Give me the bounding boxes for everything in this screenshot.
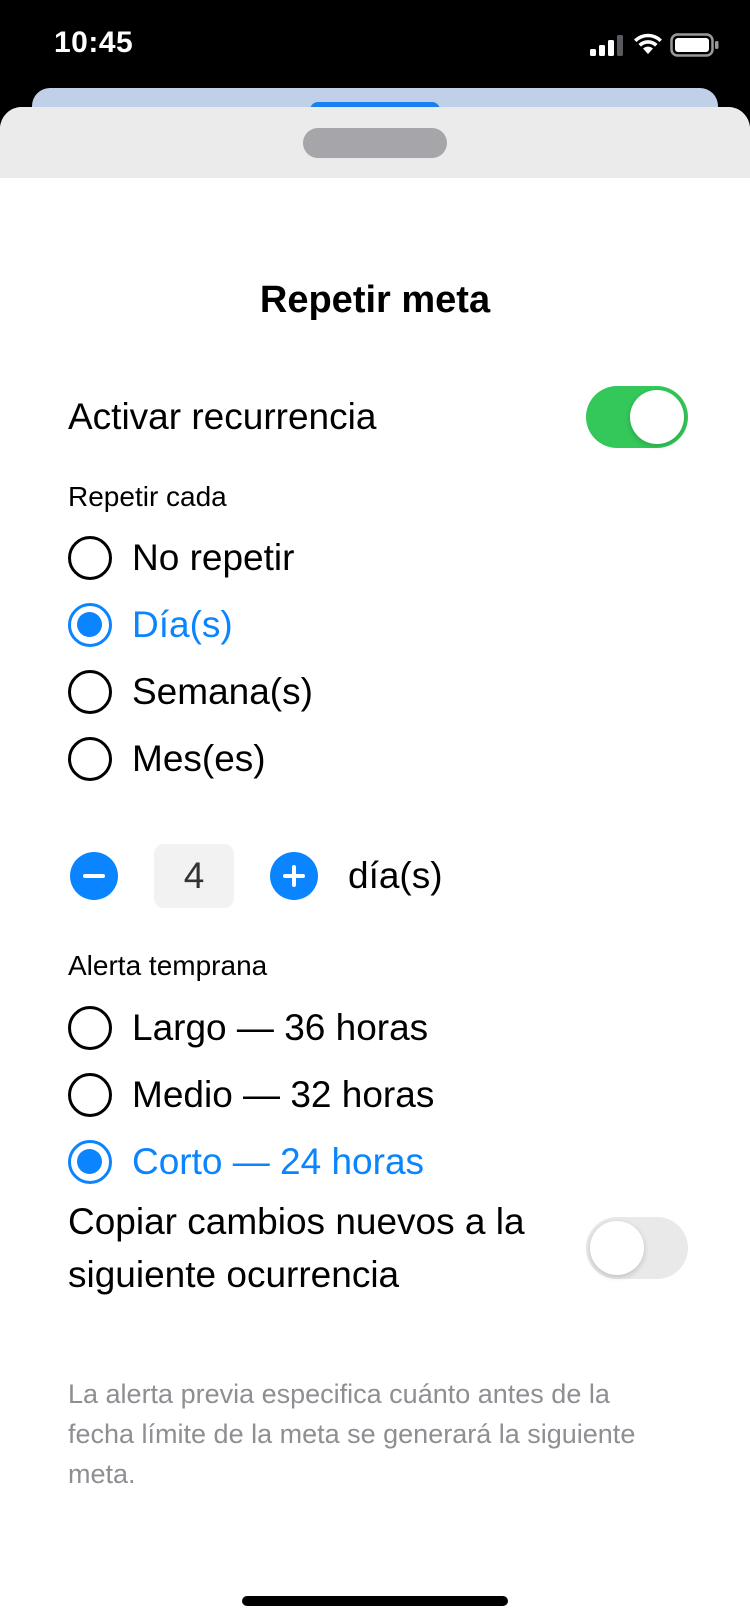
repeat-option-months[interactable]: Mes(es) — [68, 734, 266, 784]
sheet-title: Repetir meta — [259, 279, 491, 321]
radio-label: Medio — 32 horas — [132, 1074, 435, 1115]
radio-label: Largo — 36 horas — [132, 1007, 429, 1048]
alert-option-medium[interactable]: Medio — 32 horas — [68, 1070, 434, 1120]
radio-label: Día(s) — [132, 604, 233, 645]
radio-button[interactable] — [68, 1006, 112, 1050]
radio-label: No repetir — [132, 537, 295, 578]
home-indicator — [242, 1596, 508, 1606]
interval-unit: día(s) — [348, 855, 443, 896]
interval-value[interactable]: 4 — [154, 844, 234, 908]
repeat-goal-sheet: Repetir meta Activar recurrencia Repetir… — [0, 107, 750, 1624]
wifi-icon — [634, 33, 662, 54]
toggle-knob — [630, 390, 684, 444]
alert-option-short[interactable]: Corto — 24 horas — [68, 1137, 424, 1187]
copy-changes-label: Copiar cambios nuevos a la siguiente ocu… — [68, 1201, 525, 1295]
increment-button[interactable] — [270, 852, 318, 900]
recurrence-row: Activar recurrencia — [68, 386, 688, 448]
battery-icon — [670, 33, 719, 57]
radio-button-selected[interactable] — [68, 603, 112, 647]
toggle-knob — [590, 1221, 644, 1275]
recurrence-toggle[interactable] — [586, 386, 688, 448]
radio-label: Corto — 24 horas — [132, 1141, 425, 1182]
copy-changes-toggle[interactable] — [586, 1217, 688, 1279]
interval-stepper: 4 día(s) — [70, 844, 443, 908]
status-time: 10:45 — [54, 26, 134, 59]
sheet-grabber[interactable] — [303, 128, 447, 158]
radio-button[interactable] — [68, 536, 112, 580]
radio-button-selected[interactable] — [68, 1140, 112, 1184]
radio-label: Semana(s) — [132, 671, 313, 712]
recurrence-label: Activar recurrencia — [68, 396, 377, 437]
repeat-option-none[interactable]: No repetir — [68, 533, 294, 583]
footnote: La alerta previa especifica cuánto antes… — [68, 1379, 636, 1489]
radio-button[interactable] — [68, 670, 112, 714]
cellular-signal-icon — [590, 35, 623, 56]
early-alert-section-label: Alerta temprana — [68, 950, 268, 981]
radio-label: Mes(es) — [132, 738, 266, 779]
radio-button[interactable] — [68, 737, 112, 781]
copy-changes-row: Copiar cambios nuevos a la siguiente ocu… — [68, 1195, 688, 1301]
repeat-option-weeks[interactable]: Semana(s) — [68, 667, 313, 717]
radio-button[interactable] — [68, 1073, 112, 1117]
sheet-header — [0, 107, 750, 178]
repeat-option-days[interactable]: Día(s) — [68, 600, 233, 650]
alert-option-long[interactable]: Largo — 36 horas — [68, 1003, 428, 1053]
status-bar: 10:45 — [0, 0, 750, 92]
decrement-button[interactable] — [70, 852, 118, 900]
repeat-section-label: Repetir cada — [68, 481, 227, 512]
